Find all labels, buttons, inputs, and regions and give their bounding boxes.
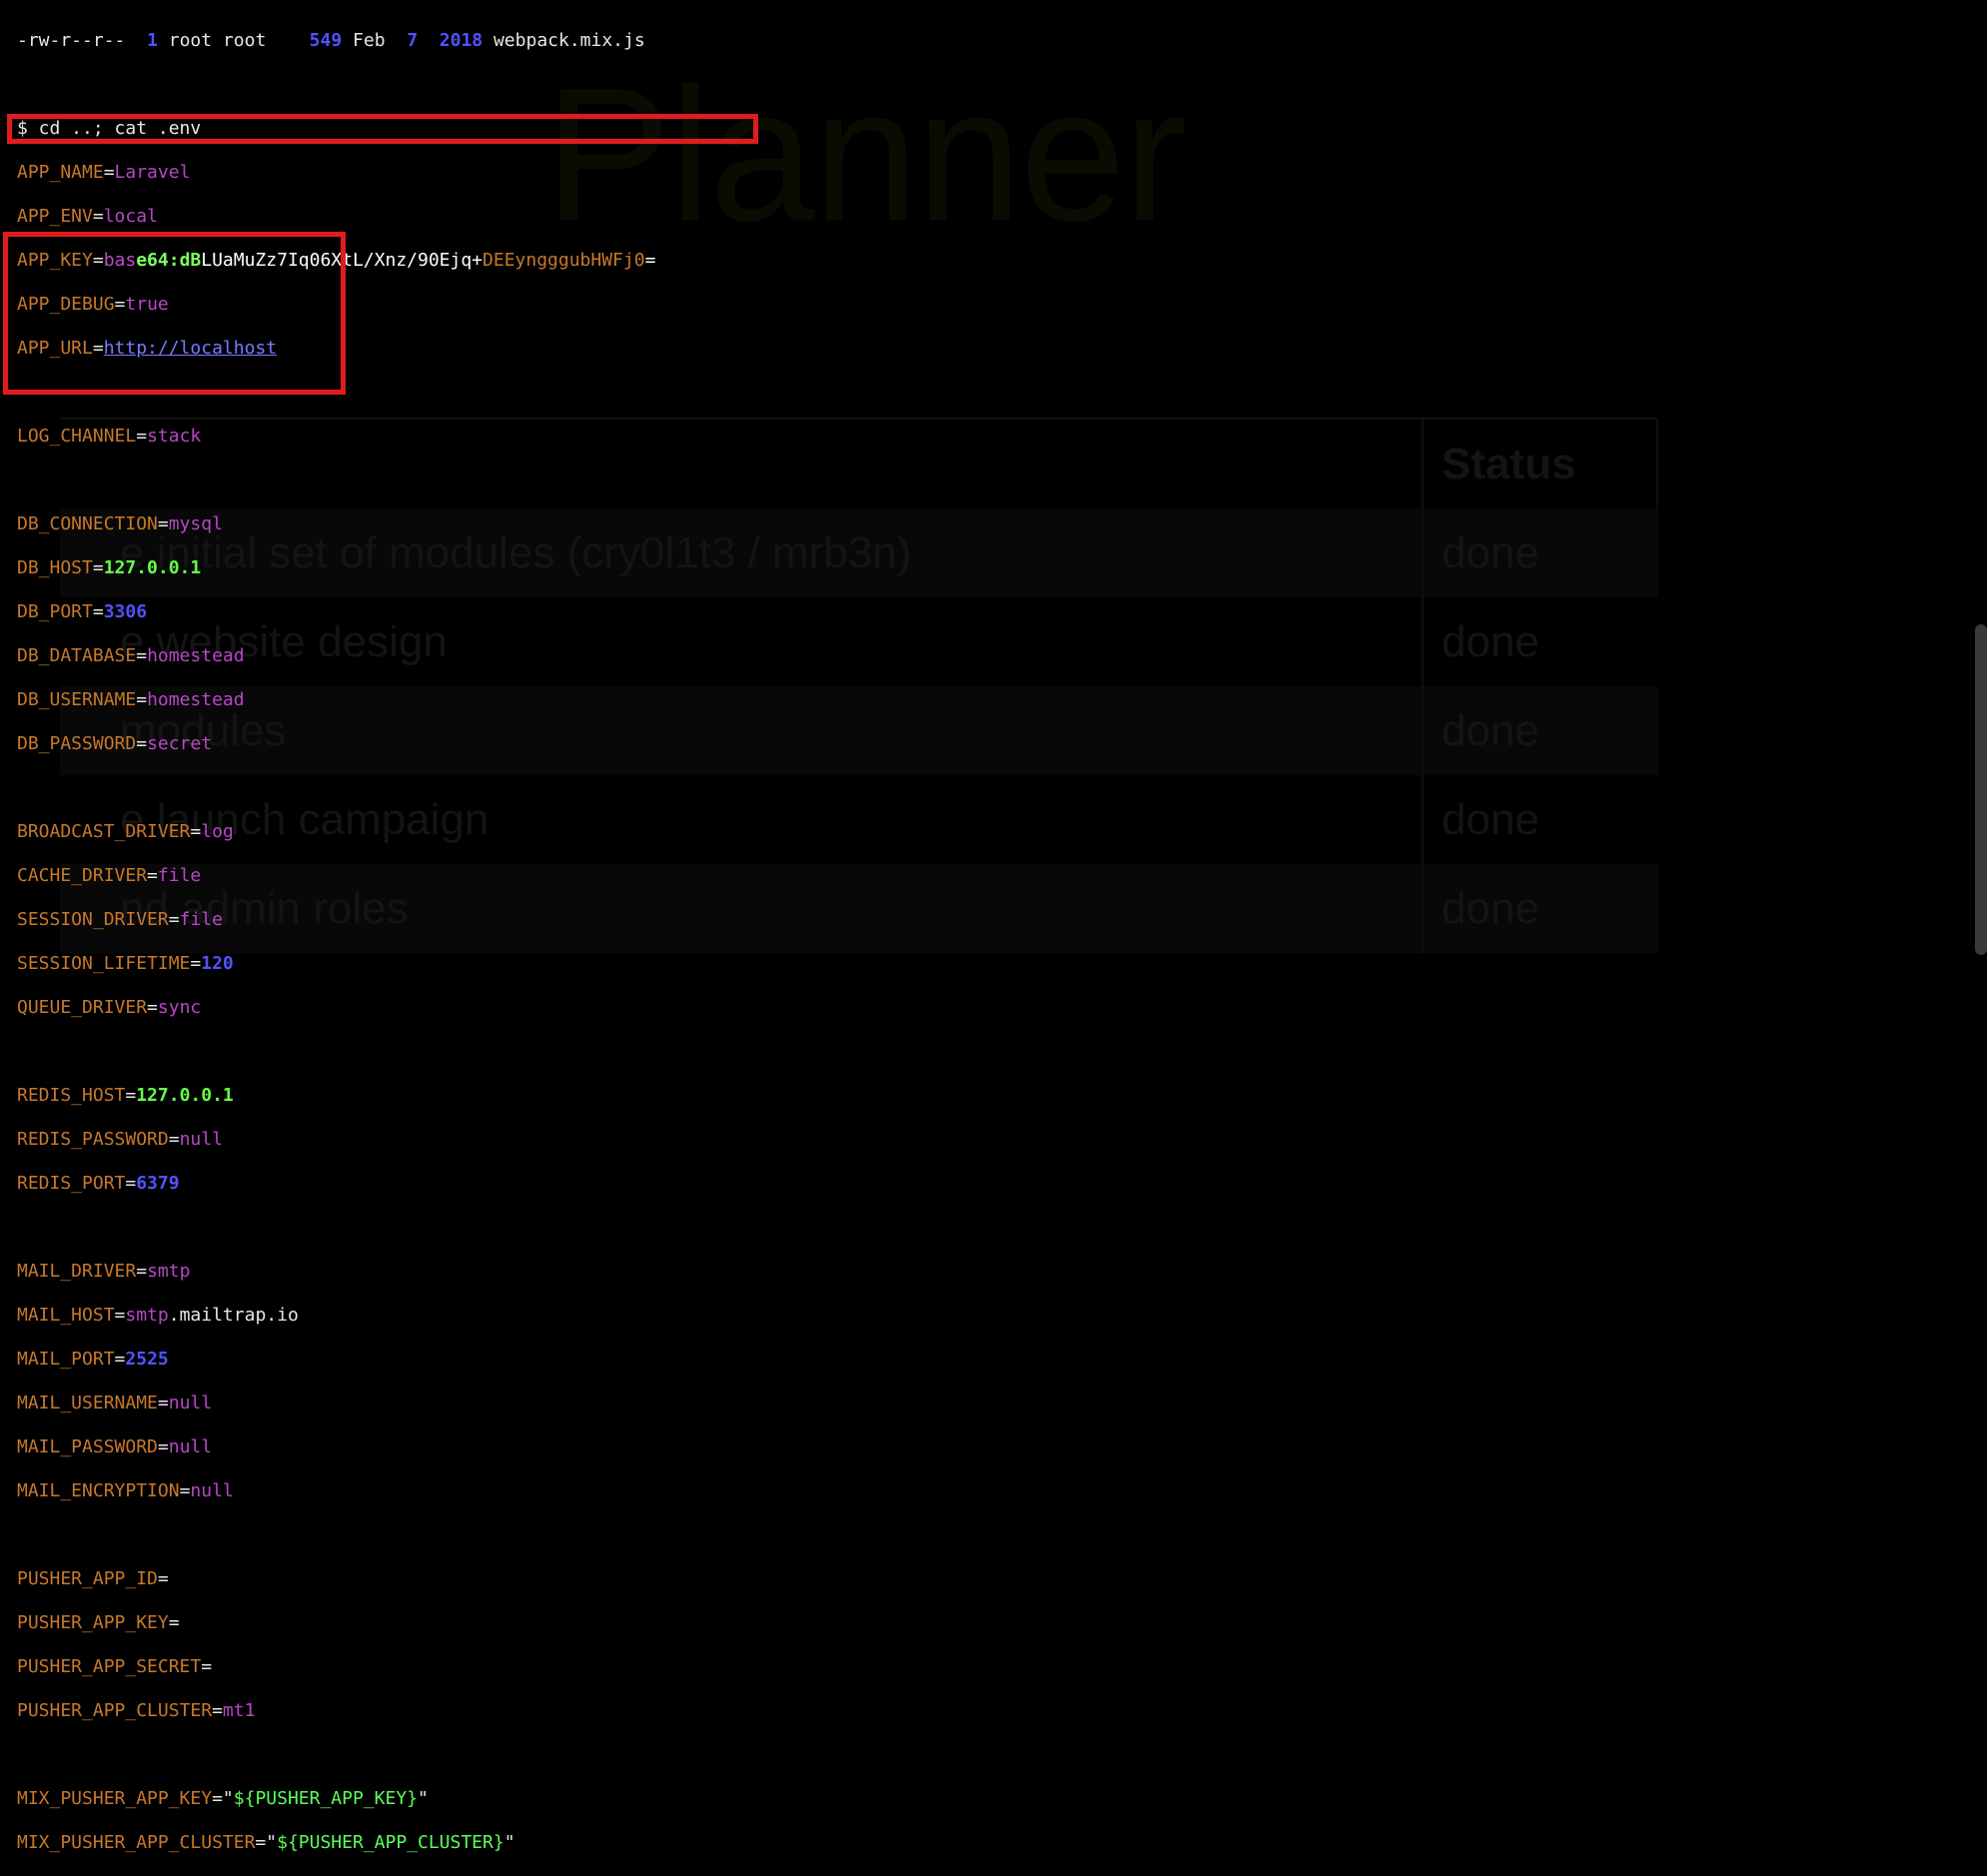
file-group: root [222,30,267,51]
env-line: SESSION_LIFETIME=120 [17,953,234,974]
env-line: DB_DATABASE=homestead [17,645,245,666]
env-line: DB_USERNAME=homestead [17,689,245,710]
status-cell: done [1422,775,1658,864]
env-line: CACHE_DRIVER=file [17,865,202,886]
env-line: REDIS_HOST=127.0.0.1 [17,1085,234,1106]
status-cell: done [1422,508,1658,597]
status-column-header: Status [1422,420,1658,508]
status-cell: done [1422,686,1658,775]
env-line: MIX_PUSHER_APP_KEY="${PUSHER_APP_KEY}" [17,1788,429,1809]
db-credentials-highlight-box [3,232,346,395]
env-line: APP_ENV=local [17,206,158,227]
env-line: DB_CONNECTION=mysql [17,513,223,534]
env-line: PUSHER_APP_ID= [17,1568,169,1589]
file-owner: root [168,30,213,51]
env-line: MIX_PUSHER_APP_CLUSTER="${PUSHER_APP_CLU… [17,1832,515,1853]
file-perms: -rw-r--r-- [17,30,126,51]
env-line: SESSION_DRIVER=file [17,909,223,930]
env-line: MAIL_PORT=2525 [17,1349,169,1370]
scrollbar[interactable] [1975,624,1987,955]
env-line: DB_PASSWORD=secret [17,733,213,754]
app-key-highlight-box [7,114,758,144]
env-line: MAIL_DRIVER=smtp [17,1261,191,1282]
env-line: PUSHER_APP_CLUSTER=mt1 [17,1700,256,1721]
env-line: MAIL_PASSWORD=null [17,1436,213,1457]
env-line: REDIS_PASSWORD=null [17,1129,223,1150]
env-line: QUEUE_DRIVER=sync [17,997,202,1018]
env-line: PUSHER_APP_SECRET= [17,1656,213,1677]
env-line: MAIL_HOST=smtp.mailtrap.io [17,1305,299,1326]
env-line: DB_PORT=3306 [17,601,148,622]
env-line: APP_NAME=Laravel [17,162,191,183]
env-line: PUSHER_APP_KEY= [17,1612,180,1633]
file-size: 549 [309,30,343,51]
env-line: DB_HOST=127.0.0.1 [17,557,202,578]
env-line: MAIL_USERNAME=null [17,1393,213,1413]
file-name: webpack.mix.js [493,30,645,51]
file-day: 7 [407,30,419,51]
env-line: REDIS_PORT=6379 [17,1173,180,1194]
link-count: 1 [147,30,158,51]
env-line: BROADCAST_DRIVER=log [17,821,234,842]
status-cell: done [1422,597,1658,686]
ls-line: -rw-r--r-- 1 root root 549 Feb 7 2018 we… [17,30,655,52]
env-line: MAIL_ENCRYPTION=null [17,1480,234,1501]
status-cell: done [1422,864,1658,953]
env-line: LOG_CHANNEL=stack [17,426,202,447]
file-month: Feb [353,30,386,51]
file-year: 2018 [439,30,484,51]
